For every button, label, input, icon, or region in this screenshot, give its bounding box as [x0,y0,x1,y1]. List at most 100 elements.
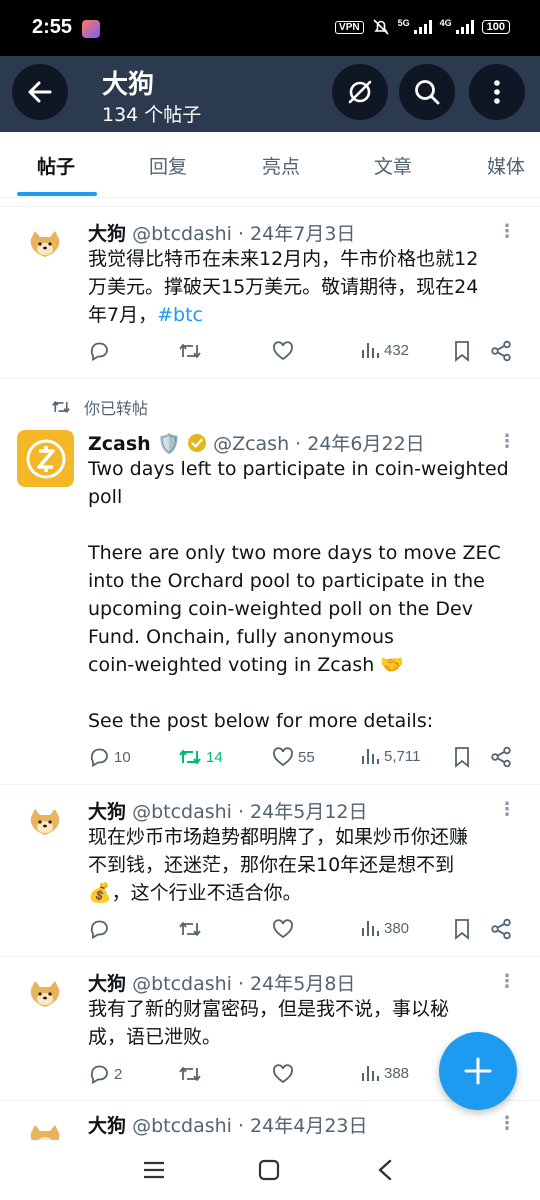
search-button[interactable] [399,64,455,120]
home-square-icon [258,1159,280,1181]
views-button[interactable]: 432 [360,340,409,360]
repost-active-icon [179,750,201,764]
bookmark-button[interactable] [452,340,472,362]
like-button[interactable]: 55 [272,746,315,768]
zcash-logo-icon [26,439,65,478]
reply-count: 2 [114,1065,123,1083]
home-button[interactable] [251,1152,287,1188]
views-button[interactable]: 380 [360,918,409,938]
views-button[interactable]: 5,711 [360,746,420,766]
author-meta: @btcdashi · 24年4月23日 [132,1115,368,1137]
reply-button[interactable] [88,918,114,940]
post-line: See the post below for more details: [88,710,434,732]
like-button[interactable] [272,1063,298,1085]
share-icon [491,746,511,768]
doge-avatar[interactable] [28,979,62,1009]
tab-posts[interactable]: 帖子 [37,152,75,179]
share-button[interactable] [490,918,512,940]
post-line: 💰，这个行业不适合你。 [88,882,302,904]
compose-button[interactable] [439,1032,517,1110]
recent-apps-button[interactable] [136,1152,172,1188]
views-button[interactable]: 388 [360,1063,409,1083]
post-text: 我觉得比特币在未来12月内，牛市价格也就12 万美元。撑破天15万美元。敬请期待… [88,245,520,329]
like-button[interactable] [272,918,298,940]
views-count: 388 [384,1064,410,1082]
post-line: 不到钱，还迷茫，那你在呆10年还是想不到 [88,854,455,876]
views-count: 432 [384,341,410,359]
hashtag-link[interactable]: #btc [157,304,203,326]
bookmark-button[interactable] [452,918,472,940]
search-icon [415,80,440,105]
post-more-button[interactable]: ⋮ [498,221,516,242]
reply-icon [90,1065,108,1085]
author-name[interactable]: 大狗 [88,973,126,995]
author-name[interactable]: 大狗 [88,801,126,823]
author-name[interactable]: 大狗 [88,1115,126,1137]
repost-button[interactable] [178,918,206,940]
author-meta: @Zcash · 24年6月22日 [213,433,425,455]
more-options-button[interactable] [469,64,525,120]
repost-button[interactable] [178,1063,206,1085]
like-button[interactable] [272,340,298,362]
post-text: Two days left to participate in coin-wei… [88,455,520,735]
views-count: 5,711 [384,747,421,765]
tab-articles[interactable]: 文章 [374,152,412,179]
status-bar: 2:55 VPN 5G 4G 100 [0,0,540,56]
post-line: coin-weighted voting in Zcash 🤝 [88,654,404,676]
like-icon [273,1064,293,1084]
share-button[interactable] [490,746,512,768]
post-item[interactable]: 大狗 @btcdashi · 24年4月23日 ⋮ [0,1100,540,1140]
tab-highlights[interactable]: 亮点 [262,152,300,179]
tab-media[interactable]: 媒体 [487,152,525,179]
repost-icon [179,922,201,936]
author-name[interactable]: 大狗 [88,223,126,245]
back-button[interactable] [12,64,68,120]
doge-avatar[interactable] [28,807,62,837]
views-icon [362,921,379,936]
post-text: 现在炒币市场趋势都明牌了，如果炒币你还赚 不到钱，还迷茫，那你在呆10年还是想不… [88,823,520,907]
reply-button[interactable]: 2 [88,1063,122,1085]
post-actions: 10 14 55 5,711 [88,746,528,772]
views-icon [362,1066,379,1081]
author-meta: @btcdashi · 24年5月12日 [132,801,368,823]
post-actions: 380 [88,918,528,944]
post-item[interactable]: 大狗 @btcdashi · 24年7月3日 ⋮ 我觉得比特币在未来12月内，牛… [0,206,540,378]
bookmark-button[interactable] [452,746,472,768]
network-4g-label: 4G [439,18,452,28]
post-line-text: 年7月， [88,304,158,326]
vpn-badge: VPN [335,20,364,34]
grok-button[interactable] [332,64,388,120]
reply-icon [90,920,108,940]
post-more-button[interactable]: ⋮ [498,799,516,820]
post-more-button[interactable]: ⋮ [498,971,516,992]
status-indicators: VPN 5G 4G 100 [335,18,510,36]
active-tab-indicator [17,192,97,196]
reply-button[interactable]: 10 [88,746,131,768]
author-name[interactable]: Zcash 🛡️ [88,433,181,455]
like-icon [273,341,293,361]
repost-button[interactable]: 14 [178,746,223,768]
repost-icon [179,1067,201,1081]
post-more-button[interactable]: ⋮ [498,431,516,452]
post-item[interactable]: 大狗 @btcdashi · 24年5月12日 ⋮ 现在炒币市场趋势都明牌了，如… [0,784,540,956]
back-arrow-icon [28,81,52,103]
app-notification-icon [82,20,100,38]
reply-button[interactable] [88,340,114,362]
repost-count: 14 [206,748,223,766]
system-back-button[interactable] [367,1152,403,1188]
share-button[interactable] [490,340,512,362]
post-item[interactable]: 你已转帖 Zcash 🛡️ @Zcash · 24年6月22日 ⋮ Two da… [0,378,540,784]
zcash-avatar[interactable] [17,430,74,487]
back-chevron-icon [378,1159,392,1181]
doge-avatar[interactable] [28,229,62,259]
repost-button[interactable] [178,340,206,362]
doge-avatar[interactable] [28,1123,62,1140]
reply-icon [90,748,108,768]
post-actions: 432 [88,340,528,366]
post-more-button[interactable]: ⋮ [498,1113,516,1134]
repost-note: 你已转帖 [50,395,148,419]
author-meta: @btcdashi · 24年5月8日 [132,973,356,995]
tab-replies[interactable]: 回复 [149,152,187,179]
post-line: Fund. Onchain, fully anonymous [88,626,394,648]
battery-indicator: 100 [481,20,510,34]
